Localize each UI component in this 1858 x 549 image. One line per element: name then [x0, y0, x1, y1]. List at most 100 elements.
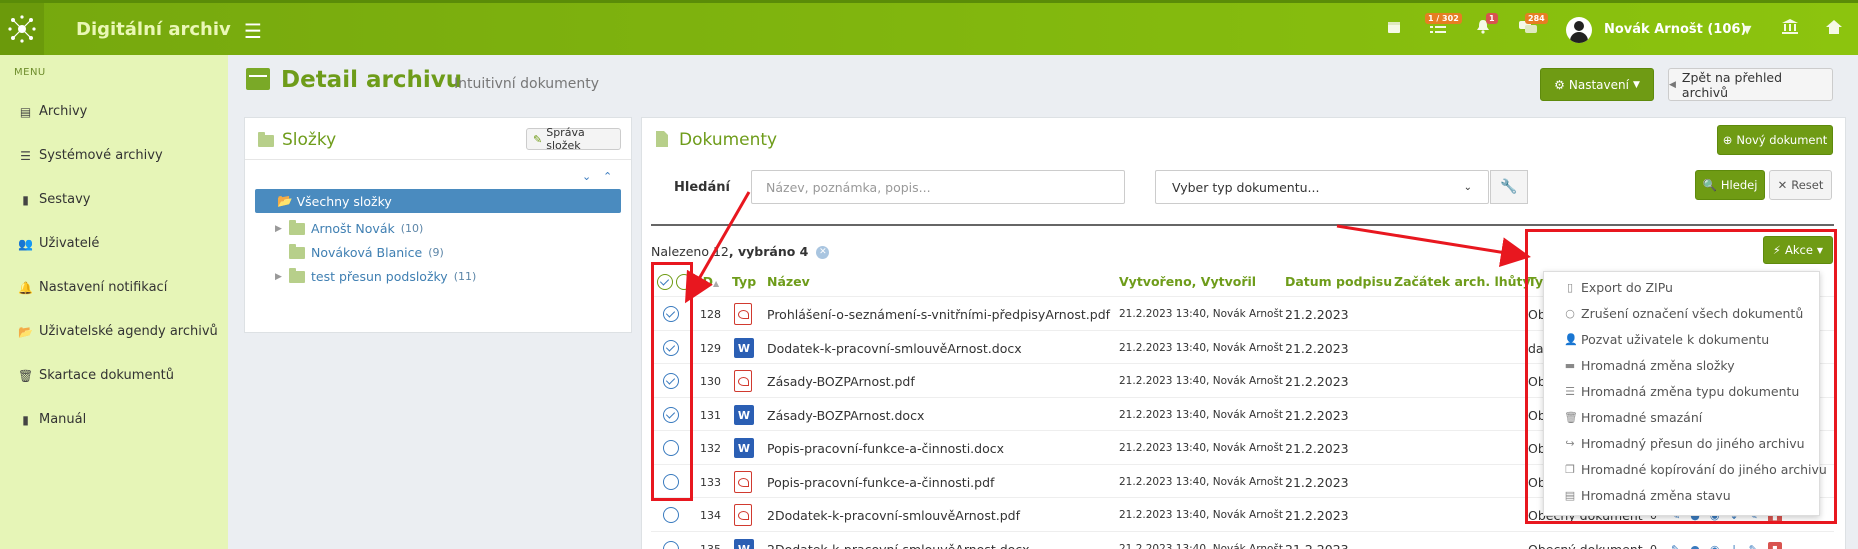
delete-icon[interactable]: ▮ [1767, 541, 1782, 549]
manage-folders-button[interactable]: ✎ Správa složek [526, 126, 621, 152]
row-id: 132 [700, 441, 721, 455]
sidebar-item-notification-settings[interactable]: 🔔 Nastavení notifikací [18, 280, 167, 295]
hamburger-menu-icon[interactable]: ☰ [244, 19, 262, 43]
logo-icon [8, 15, 36, 43]
view-icon[interactable]: ◉ [1710, 543, 1720, 549]
row-name[interactable]: 2Dodatek-k-pracovní-smlouvěArnost.docx [767, 532, 1030, 549]
document-type-select[interactable]: Vyber typ dokumentu... ⌄ [1155, 170, 1489, 204]
messages-icon[interactable]: 284 [1519, 13, 1548, 38]
documents-title: Dokumenty [679, 130, 778, 150]
folder-open-icon: 📂 [18, 324, 33, 339]
folder-open-icon: 📂 [277, 193, 293, 208]
sidebar-item-users[interactable]: 👥 Uživatelé [18, 236, 99, 251]
file-icon [656, 131, 668, 147]
user-name[interactable]: Novák Arnošt (106) [1604, 22, 1746, 37]
column-header-id[interactable]: ID▲ [698, 274, 719, 289]
search-input[interactable] [751, 170, 1125, 204]
brand-title[interactable]: Digitální archiv [76, 19, 231, 40]
row-id: 135 [700, 542, 721, 549]
institution-icon[interactable] [1782, 19, 1798, 38]
reset-button[interactable]: ✕ Reset [1769, 170, 1832, 200]
expand-all-icon[interactable]: ⌄ [582, 170, 591, 183]
column-header-created[interactable]: Vytvořeno, Vytvořil [1119, 274, 1256, 289]
pdf-file-icon [734, 504, 752, 526]
clear-selection-icon[interactable]: ✕ [816, 246, 830, 259]
row-id: 133 [700, 475, 721, 489]
annotation-checkbox-column-box [651, 262, 693, 501]
tree-item-folder[interactable]: Nováková Blanice (9) [275, 243, 444, 260]
row-signed-date: 21.2.2023 [1285, 306, 1349, 322]
row-name[interactable]: Dodatek-k-pracovní-smlouvěArnost.docx [767, 331, 1022, 365]
wrench-icon[interactable]: 🔧 [1490, 170, 1528, 204]
row-select-checkbox[interactable] [663, 507, 679, 523]
tree-item-folder[interactable]: ▶ test přesun podsložky (11) [275, 267, 476, 284]
tree-expand-icon[interactable]: ▶ [275, 272, 283, 282]
archive-icon: ▤ [19, 104, 32, 119]
pdf-file-icon [734, 471, 752, 493]
tree-item-all-folders[interactable]: 📂 Všechny složky [255, 189, 621, 213]
annotation-actions-box [1525, 229, 1837, 524]
row-name[interactable]: Popis-pracovní-funkce-a-činnosti.docx [767, 431, 1004, 465]
row-signed-date: 21.2.2023 [1285, 440, 1349, 456]
row-created: 21.2.2023 13:40, Novák Arnošt [1119, 342, 1284, 354]
edit-icon[interactable]: ✎ [1671, 543, 1680, 549]
found-summary: Nalezeno 12, vybráno 4 ✕ [651, 244, 830, 259]
folder-icon [289, 219, 305, 235]
sort-icon: ▲ [713, 279, 720, 288]
row-id: 129 [700, 341, 721, 355]
sidebar-item-reports[interactable]: ▮ Sestavy [18, 192, 90, 207]
user-dropdown-caret-icon[interactable]: ▼ [1743, 23, 1751, 36]
row-id: 131 [700, 408, 721, 422]
menu-heading: MENU [14, 67, 46, 78]
page-title: Detail archivu [281, 67, 463, 93]
avatar[interactable] [1566, 17, 1592, 43]
user-icon[interactable]: ● [1690, 543, 1700, 549]
row-created: 21.2.2023 13:40, Novák Arnošt [1119, 543, 1284, 549]
sidebar-item-system-archives[interactable]: ☰ Systémové archivy [18, 148, 163, 163]
settings-button[interactable]: ⚙ Nastavení ▼ [1540, 68, 1654, 101]
row-select-checkbox[interactable] [663, 541, 679, 549]
row-name[interactable]: Zásady-BOZPArnost.pdf [767, 364, 915, 398]
plus-circle-icon: ⊕ [1722, 133, 1733, 147]
close-icon: ✕ [1777, 178, 1788, 192]
download-icon[interactable]: ↓ [1729, 543, 1738, 549]
search-button[interactable]: 🔍 Hledej [1695, 170, 1765, 200]
tree-expand-icon[interactable]: ▶ [275, 224, 283, 234]
back-to-archives-button[interactable]: ◀ Zpět na přehled archivů [1668, 68, 1833, 101]
column-header-retention[interactable]: Začátek arch. lhůty [1394, 274, 1531, 289]
column-header-type[interactable]: Typ [732, 274, 756, 289]
row-created: 21.2.2023 13:40, Novák Arnošt [1119, 409, 1284, 421]
search-icon: 🔍 [1702, 178, 1717, 192]
tree-item-folder[interactable]: ▶ Arnošt Novák (10) [275, 219, 423, 236]
tasks-icon[interactable]: 1 / 302 [1425, 13, 1462, 38]
home-icon[interactable] [1826, 19, 1842, 38]
row-created: 21.2.2023 13:40, Novák Arnošt [1119, 476, 1284, 488]
row-name[interactable]: Zásady-BOZPArnost.docx [767, 398, 924, 432]
row-name[interactable]: Popis-pracovní-funkce-a-činnosti.pdf [767, 465, 994, 499]
row-count: 0 [1650, 542, 1657, 549]
caret-down-icon: ▼ [1632, 79, 1640, 90]
folder-icon [289, 267, 305, 283]
row-created: 21.2.2023 13:40, Novák Arnošt [1119, 375, 1284, 387]
pencil-icon: ✎ [533, 132, 543, 146]
row-name[interactable]: 2Dodatek-k-pracovní-smlouvěArnost.pdf [767, 498, 1020, 532]
trash-icon: 🗑 [18, 368, 34, 383]
sidebar-item-archives[interactable]: ▤ Archivy [18, 104, 88, 119]
calendar-icon[interactable] [1387, 19, 1401, 38]
sidebar-item-shredding[interactable]: 🗑 Skartace dokumentů [18, 368, 174, 383]
archive-title-icon [246, 68, 270, 90]
table-row[interactable]: 135 W 2Dodatek-k-pracovní-smlouvěArnost.do… [651, 531, 1834, 549]
bell-icon[interactable]: 1 [1476, 13, 1498, 38]
separator [651, 224, 1834, 226]
sidebar-item-user-agendas[interactable]: 📂 Uživatelské agendy archivů [18, 324, 218, 339]
sidebar-item-manual[interactable]: ▮ Manuál [18, 412, 86, 427]
column-header-signed[interactable]: Datum podpisu [1285, 274, 1392, 289]
pencil-icon[interactable]: ✎ [1749, 543, 1758, 549]
logo[interactable] [0, 3, 44, 55]
word-file-icon: W [734, 405, 757, 425]
new-document-button[interactable]: ⊕ Nový dokument [1717, 125, 1833, 155]
column-header-name[interactable]: Název [767, 274, 810, 289]
search-label: Hledání [674, 180, 730, 195]
collapse-all-icon[interactable]: ⌃ [603, 170, 612, 183]
row-name[interactable]: Prohlášení-o-seznámení-s-vnitřními-předp… [767, 297, 1110, 331]
